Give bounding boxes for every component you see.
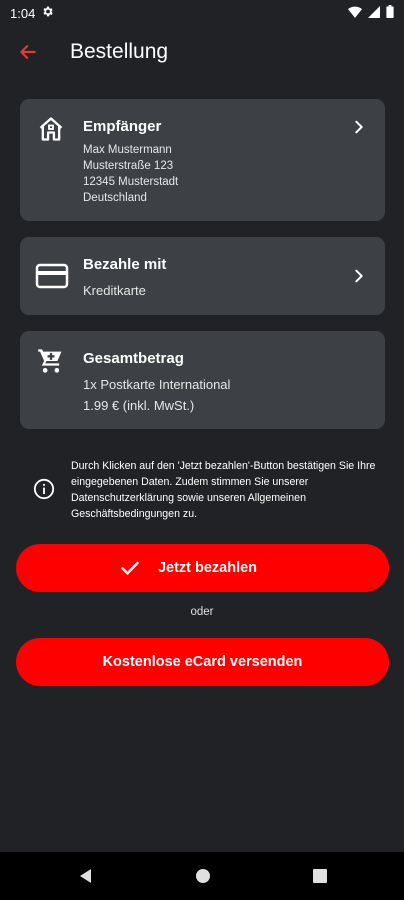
send-ecard-button[interactable]: Kostenlose eCard versenden [16,638,389,686]
recipient-card[interactable]: Empfänger Max Mustermann Musterstraße 12… [20,99,385,221]
page-title: Bestellung [70,40,169,63]
terms-text: Durch Klicken auf den 'Jetzt bezahlen'-B… [71,460,376,520]
system-nav-bar [0,852,404,900]
payment-method: Kreditkarte [83,283,146,298]
terms-info: Durch Klicken auf den 'Jetzt bezahlen'-B… [30,456,380,522]
total-item: 1x Postkarte International [83,377,231,392]
status-time: 1:04 [10,5,36,21]
recipient-street: Musterstraße 123 [83,160,174,172]
recipient-city: 12345 Musterstadt [83,176,179,188]
or-separator: oder [190,606,214,618]
cell-signal-icon [368,5,380,21]
recipient-name: Max Mustermann [83,144,172,156]
info-icon [33,478,55,500]
check-icon [121,561,139,575]
nav-home-icon[interactable] [195,868,211,884]
recipient-country: Deutschland [83,192,147,204]
app-bar: Bestellung [0,26,404,78]
credit-card-icon [35,263,69,289]
arrow-back-icon [20,45,36,59]
pay-now-label: Jetzt bezahlen [157,560,258,576]
chevron-right-icon [355,269,363,283]
wifi-icon [348,6,362,21]
status-bar: 1:04 [0,0,404,26]
send-ecard-label: Kostenlose eCard versenden [102,654,303,670]
total-card: Gesamtbetrag 1x Postkarte International … [20,331,385,429]
nav-recents-icon[interactable] [312,868,328,884]
recipient-title: Empfänger [83,118,162,135]
total-price: 1.99 € (inkl. MwSt.) [83,398,195,413]
settings-gear-icon [41,5,54,21]
total-title: Gesamtbetrag [83,350,184,367]
back-button[interactable] [0,26,56,78]
payment-card[interactable]: Bezahle mit Kreditkarte [20,237,385,315]
cart-add-icon [38,349,62,373]
nav-back-icon[interactable] [78,868,94,884]
home-icon [39,117,63,141]
chevron-right-icon [355,120,363,134]
pay-now-button[interactable]: Jetzt bezahlen [16,544,389,592]
battery-icon [386,5,394,21]
payment-title: Bezahle mit [83,256,167,273]
